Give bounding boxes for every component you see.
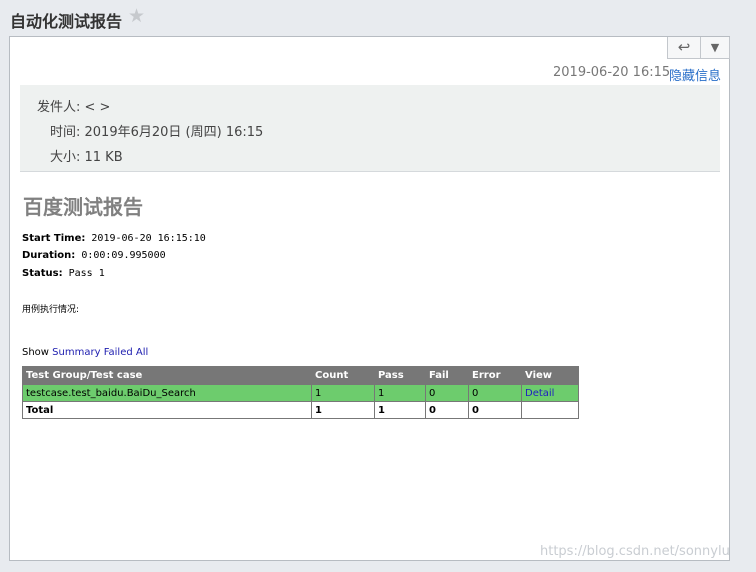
reply-icon: ↩: [677, 38, 691, 56]
mail-content-frame: ↩ ▼ 2019-06-20 16:15 隐藏信息 发件人: < > 时间: 2…: [9, 36, 730, 561]
filter-summary-link[interactable]: Summary: [52, 347, 100, 358]
hide-info-link[interactable]: 隐藏信息: [669, 65, 721, 84]
usecase-text: 用例执行情况:: [22, 305, 80, 315]
result-table: Test Group/Test case Count Pass Fail Err…: [22, 366, 579, 419]
status: Status: Pass 1: [22, 268, 105, 279]
report-title: 百度测试报告: [23, 195, 143, 219]
total-count: 1: [311, 401, 375, 419]
filter-failed-link[interactable]: Failed: [104, 347, 133, 358]
col-test-case: Test Group/Test case: [22, 366, 312, 385]
col-fail: Fail: [425, 366, 469, 385]
mail-title-bar: 自动化测试报告 ★: [0, 0, 756, 36]
more-actions-button[interactable]: ▼: [700, 37, 730, 58]
row-pass: 1: [374, 384, 426, 402]
watermark: https://blog.csdn.net/sonnylu: [540, 544, 730, 559]
row-error: 0: [468, 384, 522, 402]
mail-date: 2019-06-20 16:15: [553, 65, 671, 80]
size-line: 大小: 11 KB: [50, 150, 123, 165]
table-row: testcase.test_baidu.BaiDu_Search 1 1 0 0…: [22, 384, 579, 402]
mail-meta-box: 发件人: < > 时间: 2019年6月20日 (周四) 16:15 大小: 1…: [20, 85, 720, 172]
duration-value: 0:00:09.995000: [81, 250, 166, 261]
row-test-case: testcase.test_baidu.BaiDu_Search: [22, 384, 312, 402]
start-time-label: Start Time:: [22, 233, 86, 244]
detail-link[interactable]: Detail: [521, 384, 579, 402]
row-count: 1: [311, 384, 375, 402]
row-fail: 0: [425, 384, 469, 402]
col-view: View: [521, 366, 579, 385]
total-label: Total: [22, 401, 312, 419]
duration: Duration: 0:00:09.995000: [22, 250, 166, 261]
total-fail: 0: [425, 401, 469, 419]
mail-action-group: ↩ ▼: [667, 37, 730, 59]
total-view: [521, 401, 579, 419]
time-line: 时间: 2019年6月20日 (周四) 16:15: [50, 125, 264, 140]
star-icon[interactable]: ★: [128, 6, 145, 26]
start-time: Start Time: 2019-06-20 16:15:10: [22, 233, 206, 244]
filter-all-link[interactable]: All: [136, 347, 148, 358]
status-label: Status:: [22, 268, 63, 279]
show-label: Show: [22, 347, 49, 358]
total-pass: 1: [374, 401, 426, 419]
duration-label: Duration:: [22, 250, 76, 261]
chevron-down-icon: ▼: [710, 41, 720, 54]
show-filters: Show Summary Failed All: [22, 347, 148, 358]
col-count: Count: [311, 366, 375, 385]
reply-button[interactable]: ↩: [668, 37, 701, 58]
table-header-row: Test Group/Test case Count Pass Fail Err…: [22, 366, 579, 385]
col-error: Error: [468, 366, 522, 385]
total-row: Total 1 1 0 0: [22, 401, 579, 419]
sender-line: 发件人: < >: [37, 100, 111, 115]
status-value: Pass 1: [68, 268, 105, 279]
col-pass: Pass: [374, 366, 426, 385]
total-error: 0: [468, 401, 522, 419]
start-time-value: 2019-06-20 16:15:10: [91, 233, 206, 244]
mail-subject: 自动化测试报告: [10, 12, 123, 31]
